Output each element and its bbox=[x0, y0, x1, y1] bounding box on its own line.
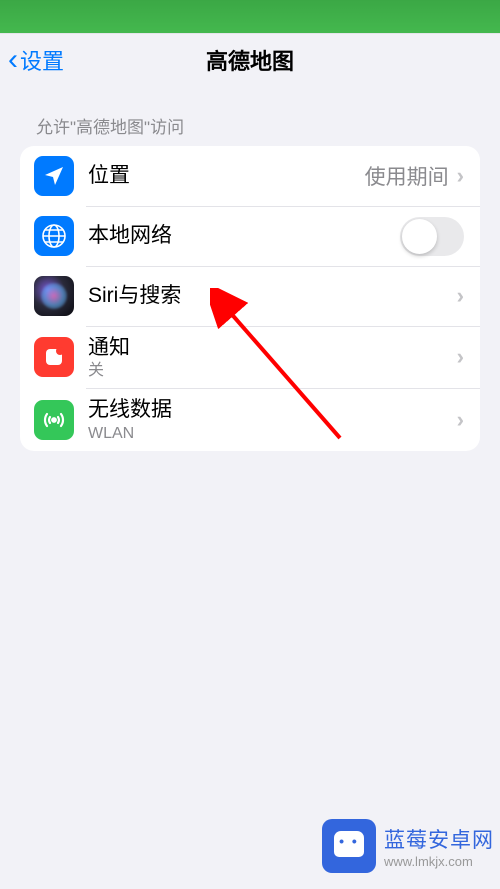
row-siri-search[interactable]: Siri与搜索 › bbox=[20, 266, 480, 326]
row-title: 无线数据 bbox=[88, 396, 457, 423]
watermark-title: 蓝莓安卓网 bbox=[384, 824, 494, 854]
row-location[interactable]: 位置 使用期间 › bbox=[20, 146, 480, 206]
row-local-network[interactable]: 本地网络 bbox=[20, 206, 480, 266]
globe-icon bbox=[34, 216, 74, 256]
row-subtitle: WLAN bbox=[88, 424, 457, 443]
watermark-logo-icon bbox=[322, 819, 376, 873]
chevron-left-icon: ‹ bbox=[8, 45, 18, 75]
siri-icon bbox=[34, 276, 74, 316]
row-title: 本地网络 bbox=[88, 222, 400, 249]
chevron-right-icon: › bbox=[457, 163, 464, 189]
row-title: 位置 bbox=[88, 162, 365, 189]
chevron-right-icon: › bbox=[457, 344, 464, 370]
row-title: 通知 bbox=[88, 334, 457, 361]
page-title: 高德地图 bbox=[206, 44, 294, 76]
row-wireless-data[interactable]: 无线数据 WLAN › bbox=[20, 388, 480, 450]
antenna-icon bbox=[34, 400, 74, 440]
chevron-right-icon: › bbox=[457, 407, 464, 433]
section-header: 允许"高德地图"访问 bbox=[0, 85, 500, 146]
navigation-bar: ‹ 设置 高德地图 bbox=[0, 33, 500, 85]
chevron-right-icon: › bbox=[457, 283, 464, 309]
back-label: 设置 bbox=[20, 44, 64, 76]
watermark: 蓝莓安卓网 www.lmkjx.com bbox=[322, 819, 494, 873]
row-title: Siri与搜索 bbox=[88, 282, 457, 309]
status-bar bbox=[0, 0, 500, 33]
local-network-toggle[interactable] bbox=[400, 217, 464, 256]
row-subtitle: 关 bbox=[88, 361, 457, 380]
watermark-url: www.lmkjx.com bbox=[384, 854, 494, 869]
back-button[interactable]: ‹ 设置 bbox=[8, 44, 64, 76]
settings-group: 位置 使用期间 › 本地网络 Siri与搜索 › 通知 关 › bbox=[20, 146, 480, 451]
row-value: 使用期间 bbox=[365, 161, 449, 191]
row-notifications[interactable]: 通知 关 › bbox=[20, 326, 480, 388]
location-icon bbox=[34, 156, 74, 196]
bell-icon bbox=[34, 337, 74, 377]
